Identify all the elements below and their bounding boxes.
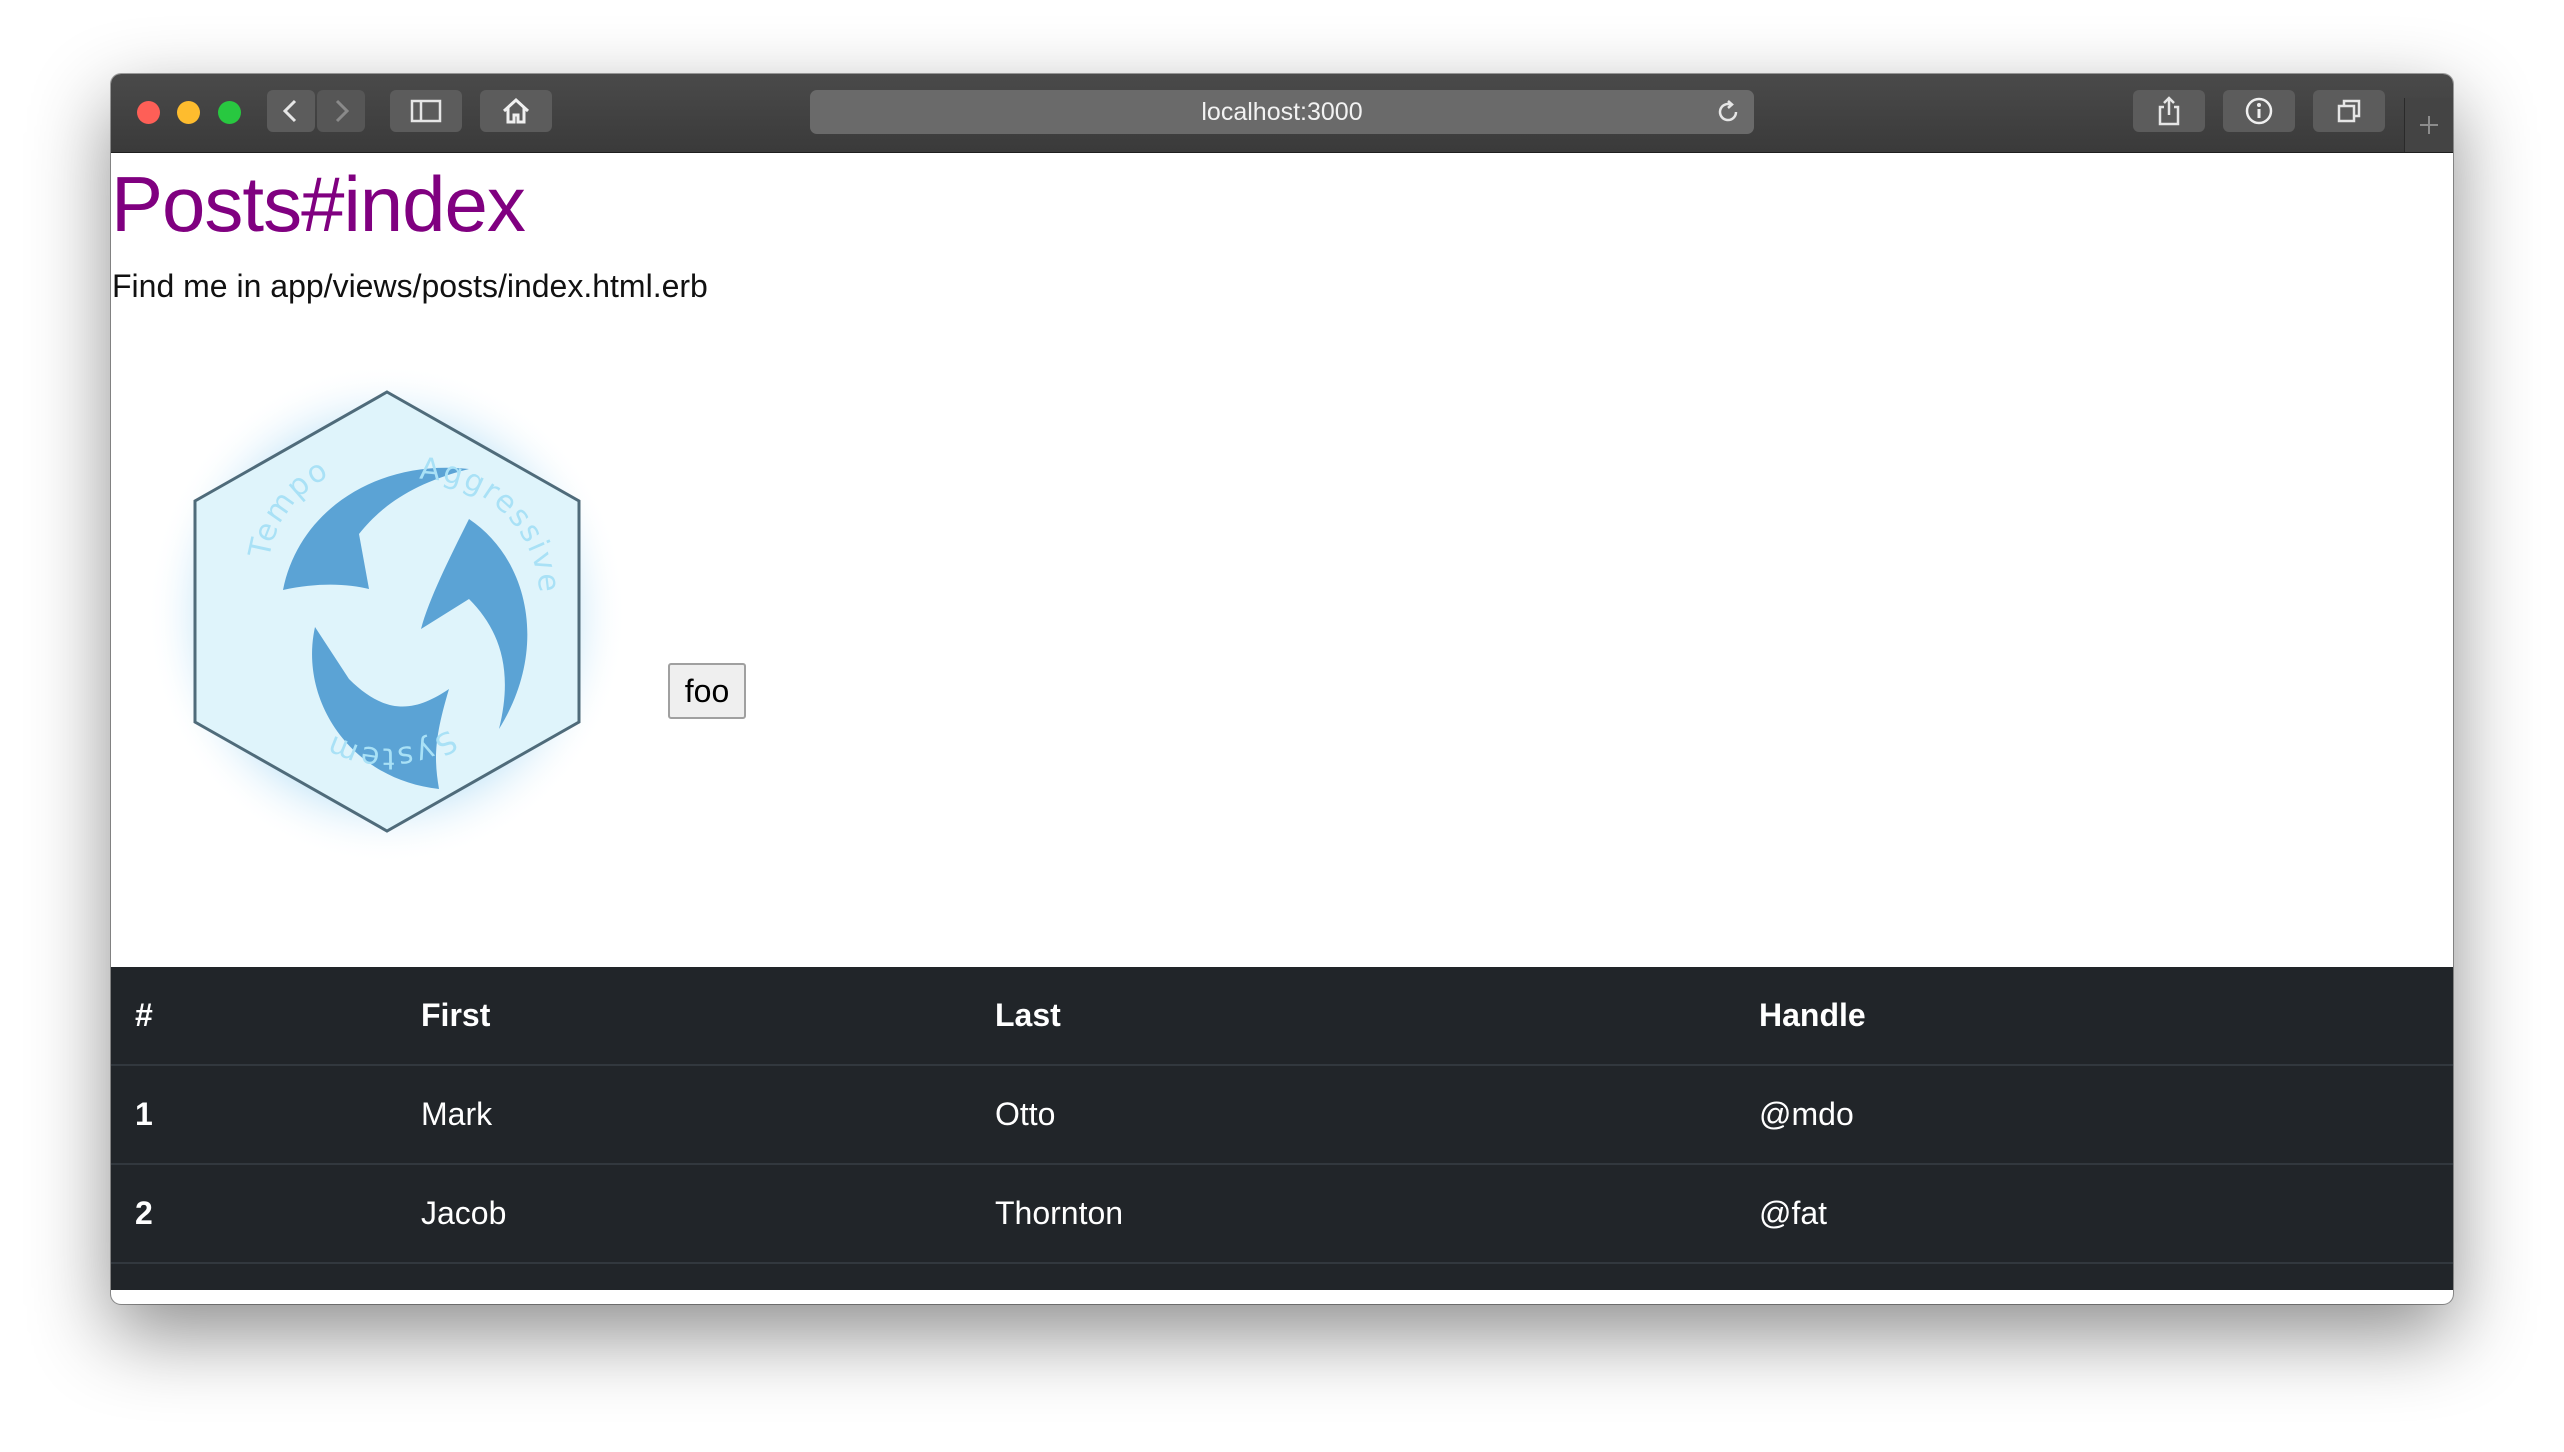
header-last: Last xyxy=(995,997,1061,1033)
reload-icon[interactable] xyxy=(1714,98,1742,126)
tabs-overview-button[interactable] xyxy=(2313,90,2385,132)
table-row: 1 Mark Otto @mdo xyxy=(111,1064,2453,1164)
table-row: 2 Jacob Thornton @fat xyxy=(111,1163,2453,1263)
zoom-window-button[interactable] xyxy=(218,101,241,124)
back-arrow-icon xyxy=(282,99,297,123)
info-icon xyxy=(2245,97,2273,125)
home-icon xyxy=(502,97,530,124)
cell-handle: @fat xyxy=(1735,1163,2453,1263)
table-header-row: # First Last Handle xyxy=(111,967,2453,1065)
minimize-window-button[interactable] xyxy=(177,101,200,124)
browser-toolbar: localhost:3000 xyxy=(111,74,2453,153)
row-number: 1 xyxy=(111,1064,397,1164)
forward-arrow-icon xyxy=(335,99,350,123)
browser-window: localhost:3000 Posts#index Find me in ap… xyxy=(111,74,2453,1304)
page-title: Posts#index xyxy=(111,160,526,248)
header-first: First xyxy=(421,997,491,1033)
sidebar-button[interactable] xyxy=(390,90,462,132)
url-text: localhost:3000 xyxy=(1201,97,1363,126)
cell-last: Otto xyxy=(971,1064,1735,1164)
posts-table: # First Last Handle 1 Mark Otto @mdo 2 J… xyxy=(111,967,2453,1304)
share-icon xyxy=(2158,96,2180,126)
cell-handle: @mdo xyxy=(1735,1064,2453,1164)
info-button[interactable] xyxy=(2223,90,2295,132)
foo-button[interactable]: foo xyxy=(668,663,746,719)
header-number: # xyxy=(135,997,153,1033)
back-button[interactable] xyxy=(267,90,315,132)
plus-icon xyxy=(2420,116,2438,134)
sidebar-icon xyxy=(410,99,442,123)
cell-last: Thornton xyxy=(971,1163,1735,1263)
home-button[interactable] xyxy=(480,90,552,132)
new-tab-button[interactable] xyxy=(2404,98,2453,152)
page-subtitle: Find me in app/views/posts/index.html.er… xyxy=(112,268,708,304)
header-handle: Handle xyxy=(1759,997,1866,1033)
page-content: Posts#index Find me in app/views/posts/i… xyxy=(111,153,2453,1304)
forward-button[interactable] xyxy=(317,90,365,132)
page-bottom xyxy=(111,1290,2453,1304)
tabs-icon xyxy=(2337,99,2361,123)
address-bar[interactable]: localhost:3000 xyxy=(810,90,1754,134)
share-button[interactable] xyxy=(2133,90,2205,132)
close-window-button[interactable] xyxy=(137,101,160,124)
tempo-aggressive-system-logo: Tempo Aggressive System xyxy=(149,364,627,859)
row-number: 2 xyxy=(111,1163,397,1263)
cell-first: Jacob xyxy=(397,1163,971,1263)
cell-first: Mark xyxy=(397,1064,971,1164)
